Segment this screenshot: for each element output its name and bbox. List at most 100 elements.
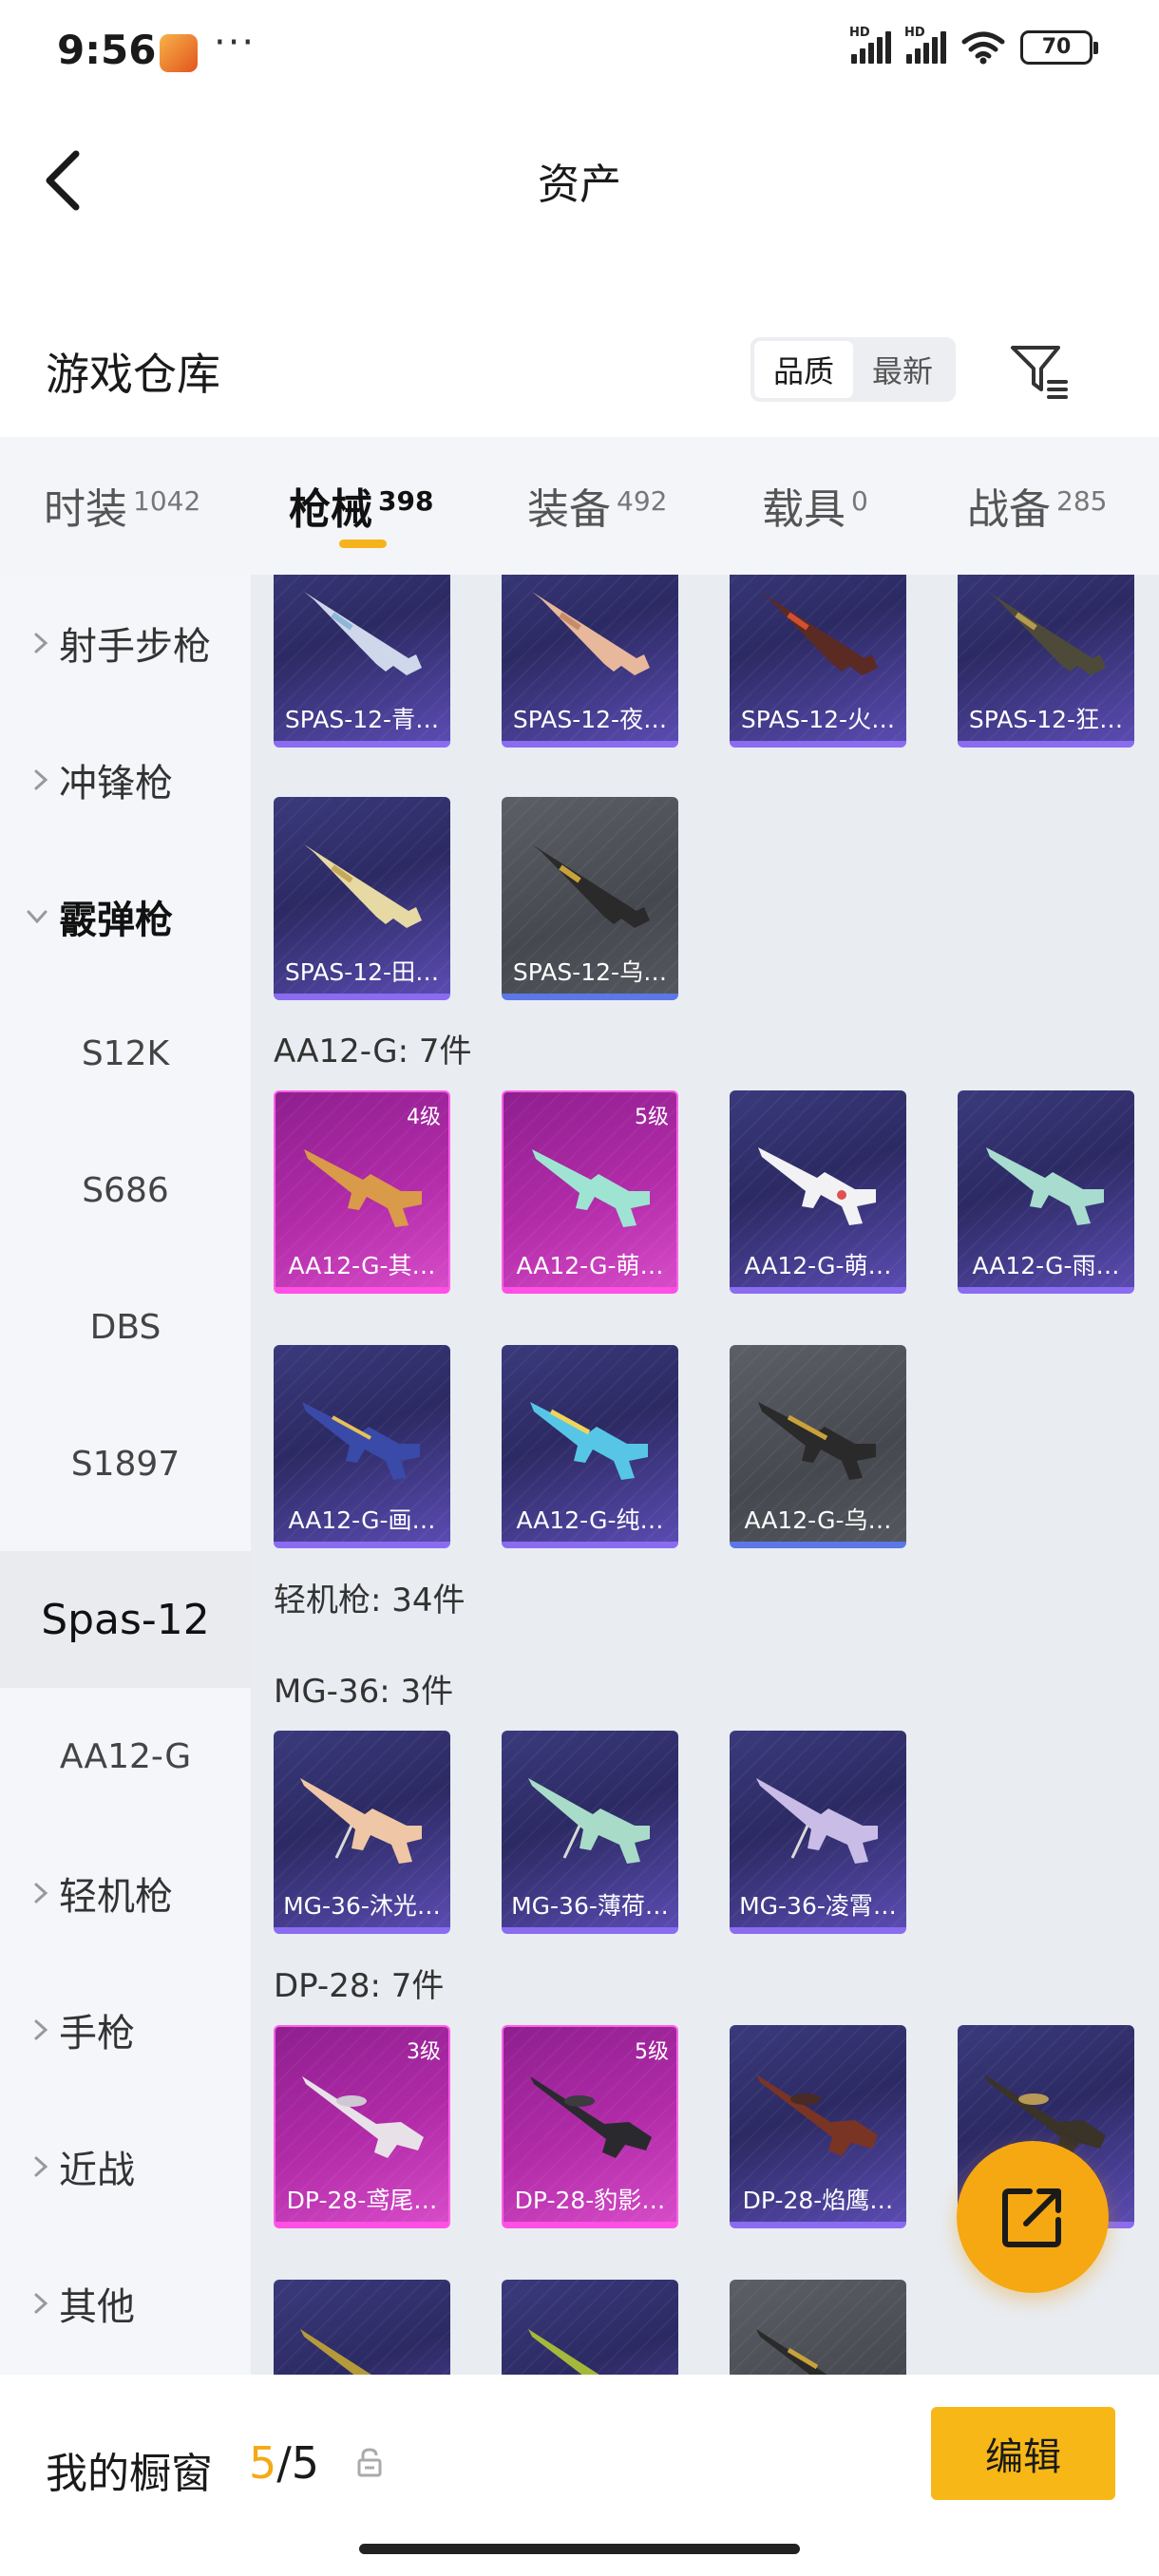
- weapon-skin-card[interactable]: SPAS-12-狂…: [958, 575, 1134, 748]
- sidebar-item-label: 轻机枪: [59, 1875, 173, 1919]
- weapon-skin-name: AA12-G-纯…: [516, 1506, 664, 1534]
- weapon-skin-name: MG-36-薄荷…: [511, 1892, 669, 1920]
- filter-icon[interactable]: [1007, 340, 1070, 403]
- page-title: 资产: [538, 161, 621, 209]
- weapon-skin-card[interactable]: MG-36-沐光…: [274, 1731, 450, 1934]
- sidebar-subitem-aa12g[interactable]: AA12-G: [0, 1688, 251, 1825]
- weapon-skin-card[interactable]: AA12-G-画…: [274, 1345, 450, 1548]
- sidebar-item-label: 手枪: [59, 2012, 135, 2055]
- sidebar-item-pistol[interactable]: 手枪: [0, 1961, 251, 2098]
- weapon-skin-card[interactable]: 5级 DP-28-豹影…: [502, 2025, 678, 2228]
- weapon-skin-card[interactable]: 5级 AA12-G-萌…: [502, 1090, 678, 1294]
- chevron-right-icon: [34, 2019, 48, 2040]
- weapon-skin-name: SPAS-12-火…: [740, 706, 896, 733]
- weapon-skin-card[interactable]: SPAS-12-火…: [730, 575, 906, 748]
- tab-count: 492: [617, 485, 668, 517]
- rifle-skin-icon: [304, 1149, 422, 1227]
- sidebar-item-label: S12K: [81, 1033, 170, 1073]
- sidebar-item-label: 冲锋枪: [59, 762, 173, 805]
- sidebar-item-label: 霰弹枪: [59, 899, 173, 942]
- sidebar-item-melee[interactable]: 近战: [0, 2098, 251, 2235]
- sidebar-item-shotgun[interactable]: 霰弹枪: [0, 848, 251, 985]
- status-bar: 9:56 ··· HD HD 70: [0, 0, 1159, 104]
- sidebar-item-smg[interactable]: 冲锋枪: [0, 711, 251, 848]
- nav-bar: 资产: [0, 104, 1159, 247]
- tab-count: 1042: [133, 485, 201, 517]
- chevron-right-icon: [34, 2293, 48, 2314]
- weapon-skin-card[interactable]: AA12-G-纯…: [502, 1345, 678, 1548]
- weapon-skin-card[interactable]: MG-36-薄荷…: [502, 1731, 678, 1934]
- tab-fashion[interactable]: 时装 1042: [44, 475, 200, 536]
- group-title-aa12g: AA12-G: 7件: [274, 1032, 472, 1070]
- sidebar-subitem-s686[interactable]: S686: [0, 1122, 251, 1259]
- active-tab-indicator: [339, 540, 387, 548]
- weapon-skin-card[interactable]: SPAS-12-田…: [274, 797, 450, 1000]
- weapon-skin-name: SPAS-12-夜…: [512, 706, 668, 733]
- weapon-skin-card[interactable]: MG-36-凌霄…: [730, 1731, 906, 1934]
- sort-quality-button[interactable]: 品质: [754, 341, 853, 398]
- weapon-skin-card[interactable]: 3级 DP-28-鸢尾…: [274, 2025, 450, 2228]
- weapon-skin-name: AA12-G-其…: [288, 1252, 436, 1279]
- group-title-mg36: MG-36: 3件: [274, 1673, 454, 1711]
- share-export-icon: [1002, 2188, 1061, 2247]
- tab-vehicles[interactable]: 载具 0: [762, 475, 868, 536]
- machine-gun-skin-icon: [300, 1778, 422, 1864]
- weapon-skin-card[interactable]: 4级 AA12-G-其…: [274, 1090, 450, 1294]
- machine-gun-skin-icon: [756, 2329, 855, 2375]
- sidebar-item-label: S686: [82, 1170, 169, 1210]
- weapon-skin-name: AA12-G-雨…: [972, 1252, 1120, 1279]
- weapon-skin-card[interactable]: DP-28-焰鹰…: [730, 2025, 906, 2228]
- showcase-total: 5: [291, 2437, 320, 2489]
- weapon-skin-name: AA12-G-乌…: [744, 1506, 892, 1534]
- sidebar-item-other[interactable]: 其他: [0, 2235, 251, 2372]
- weapon-skin-name: SPAS-12-田…: [284, 958, 440, 986]
- weapon-skin-card[interactable]: [502, 2280, 678, 2375]
- weapon-skin-card[interactable]: AA12-G-乌…: [730, 1345, 906, 1548]
- sidebar-item-label: S1897: [70, 1444, 180, 1484]
- machine-gun-skin-icon: [756, 1778, 878, 1864]
- sidebar-subitem-dbs[interactable]: DBS: [0, 1259, 251, 1395]
- share-button[interactable]: [957, 2141, 1109, 2293]
- sidebar-subitem-spas12[interactable]: Spas-12: [0, 1551, 251, 1688]
- sort-latest-button[interactable]: 最新: [853, 341, 952, 398]
- weapon-skin-card[interactable]: [730, 2280, 906, 2375]
- sidebar-subitem-s12k[interactable]: S12K: [0, 985, 251, 1122]
- showcase-current: 5: [249, 2437, 277, 2489]
- weapon-skin-name: MG-36-沐光…: [283, 1892, 441, 1920]
- tab-count: 0: [851, 485, 868, 517]
- weapon-skin-name: DP-28-焰鹰…: [742, 2187, 894, 2214]
- tab-label: 枪械: [289, 485, 372, 534]
- rifle-skin-icon: [530, 1402, 648, 1480]
- skin-level-badge: 5级: [635, 1106, 669, 1129]
- shotgun-skin-icon: [304, 592, 422, 675]
- section-header: 游戏仓库 品质 最新: [0, 313, 1159, 437]
- sidebar-item-label: DBS: [89, 1307, 162, 1347]
- sidebar-item-marksman-rifle[interactable]: 射手步枪: [0, 575, 251, 711]
- home-indicator[interactable]: [359, 2544, 800, 2554]
- category-tabs: 时装 1042 枪械 398 装备 492 载具 0 战备 285: [0, 437, 1159, 575]
- tab-firearms[interactable]: 枪械 398: [289, 475, 433, 536]
- tab-combat-supplies[interactable]: 战备 285: [967, 475, 1107, 536]
- chevron-right-icon: [34, 769, 48, 790]
- app-notification-icon: [160, 34, 198, 72]
- tab-label: 载具: [762, 485, 846, 534]
- tab-equipment[interactable]: 装备 492: [527, 475, 667, 536]
- weapon-skin-card[interactable]: SPAS-12-青…: [274, 575, 450, 748]
- tab-count: 285: [1056, 485, 1108, 517]
- weapon-skin-card[interactable]: AA12-G-雨…: [958, 1090, 1134, 1294]
- sidebar-item-lmg[interactable]: 轻机枪: [0, 1825, 251, 1961]
- sidebar-subitem-s1897[interactable]: S1897: [0, 1395, 251, 1532]
- group-title-lmg: 轻机枪: 34件: [274, 1582, 466, 1619]
- edit-button[interactable]: 编辑: [931, 2407, 1115, 2500]
- rifle-skin-icon: [532, 1149, 650, 1227]
- shotgun-skin-icon: [532, 592, 650, 675]
- machine-gun-skin-icon: [302, 2076, 424, 2158]
- weapon-skin-card[interactable]: SPAS-12-夜…: [502, 575, 678, 748]
- weapon-skin-card[interactable]: AA12-G-萌…: [730, 1090, 906, 1294]
- weapon-skin-card[interactable]: [274, 2280, 450, 2375]
- shotgun-skin-icon: [760, 592, 878, 675]
- weapon-skin-card[interactable]: SPAS-12-乌…: [502, 797, 678, 1000]
- sidebar-item-label: 射手步枪: [59, 625, 211, 669]
- showcase-count: 5/5: [249, 2437, 319, 2489]
- weapon-skin-name: AA12-G-萌…: [516, 1252, 664, 1279]
